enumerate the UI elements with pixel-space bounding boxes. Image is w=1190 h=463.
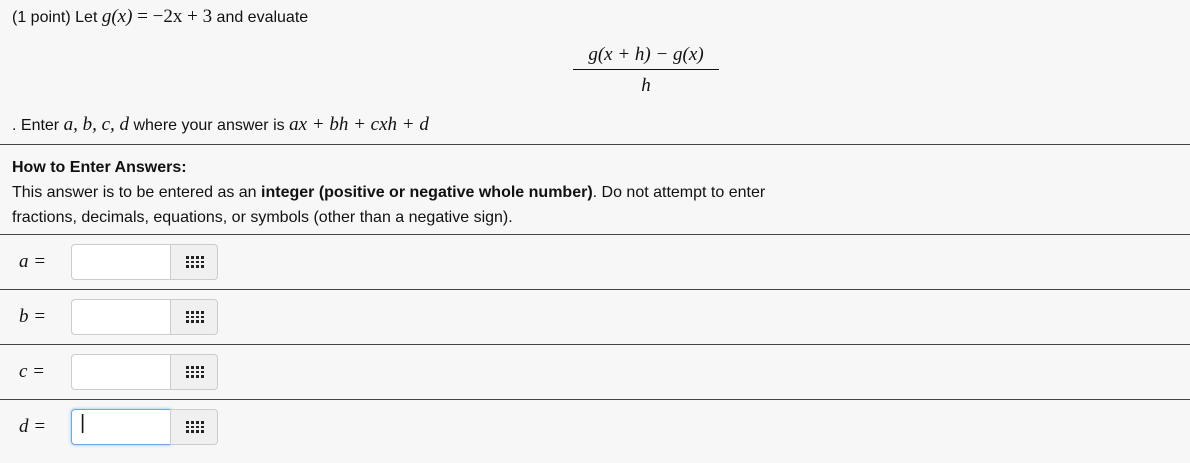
problem-statement: (1 point) Let g(x) = −2x + 3 and evaluat… (12, 6, 308, 28)
answer-instruction: . Enter a, b, c, d where your answer is … (12, 114, 429, 136)
answer-input-a[interactable] (71, 244, 171, 280)
function-name: g(x) (101, 6, 133, 27)
answer-input-c[interactable] (71, 354, 171, 390)
grid-icon (186, 421, 204, 434)
let-text: Let (70, 9, 102, 26)
function-definition: = −2x + 3 (132, 6, 213, 27)
howto-emphasis: integer (positive or negative whole numb… (261, 184, 593, 201)
divider (0, 234, 1190, 235)
divider (0, 289, 1190, 290)
fraction-numerator: g(x + h) − g(x) (573, 44, 719, 70)
answer-label-d: d = (19, 416, 47, 437)
grid-icon (186, 366, 204, 379)
points-label: (1 point) (12, 9, 71, 26)
answer-input-d[interactable]: | (71, 409, 171, 445)
where-text: where your answer is (129, 117, 290, 134)
grid-icon (186, 311, 204, 324)
equation-editor-button[interactable] (170, 244, 218, 280)
divider (0, 144, 1190, 145)
howto-text: This answer is to be entered as an integ… (12, 180, 812, 230)
variable-list: a, b, c, d (63, 114, 130, 135)
answer-label-a: a = (19, 251, 47, 272)
fraction-denominator: h (641, 75, 651, 96)
enter-prefix: . Enter (12, 117, 64, 134)
equation-editor-button[interactable] (170, 299, 218, 335)
evaluate-text: and evaluate (212, 9, 309, 26)
answer-expression: ax + bh + cxh + d (289, 114, 429, 135)
answer-input-b[interactable] (71, 299, 171, 335)
difference-quotient: g(x + h) − g(x) h (573, 44, 719, 97)
howto-title: How to Enter Answers: (12, 159, 187, 176)
answer-label-b: b = (19, 306, 47, 327)
howto-text-part1: This answer is to be entered as an (12, 184, 262, 201)
equation-editor-button[interactable] (170, 354, 218, 390)
how-to-enter-answers: How to Enter Answers: This answer is to … (12, 155, 812, 230)
divider (0, 399, 1190, 400)
grid-icon (186, 256, 204, 269)
divider (0, 344, 1190, 345)
equation-editor-button[interactable] (170, 409, 218, 445)
answer-label-c: c = (19, 361, 46, 382)
answer-row-d: d = | (0, 409, 1190, 463)
